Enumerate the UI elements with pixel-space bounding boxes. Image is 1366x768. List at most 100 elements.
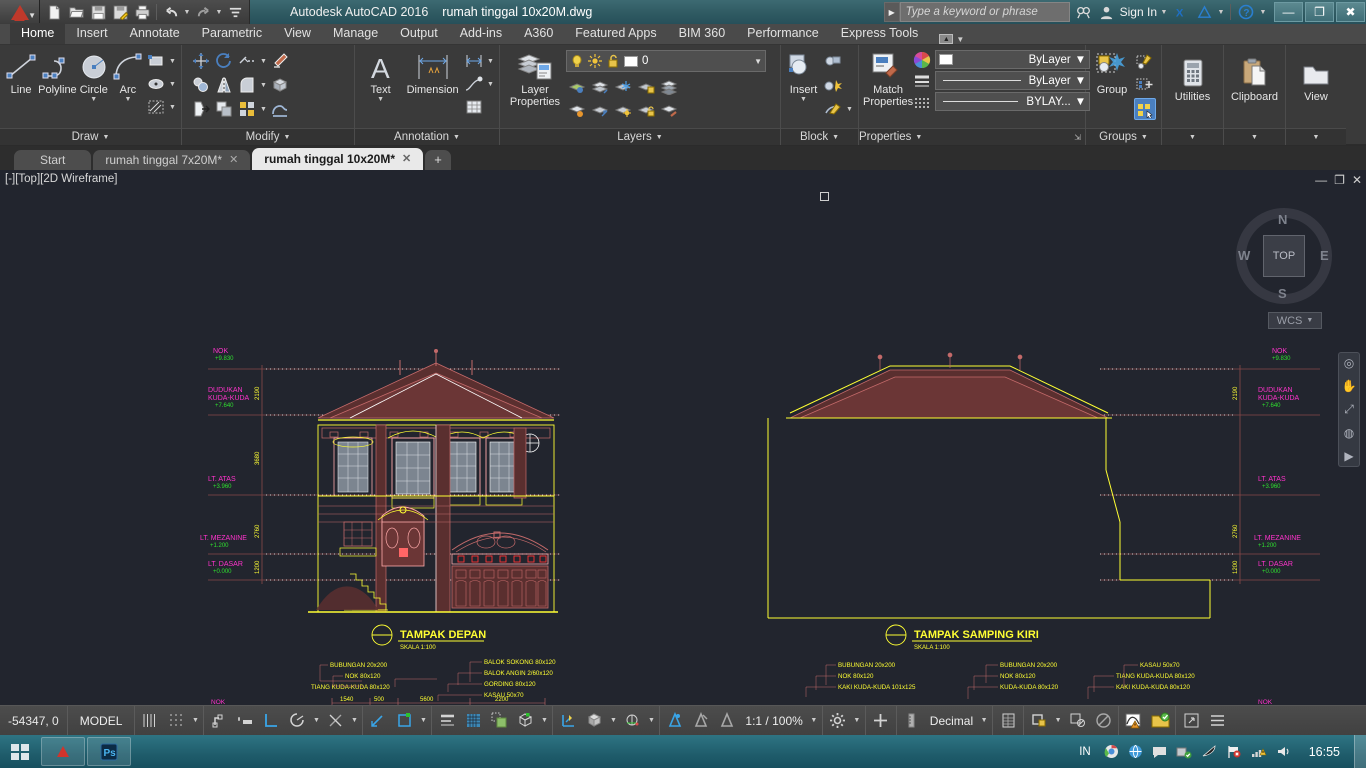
clean-screen-icon[interactable] (1179, 709, 1203, 733)
antivirus-icon[interactable] (1201, 744, 1217, 759)
sign-in-label[interactable]: Sign In (1120, 5, 1157, 19)
chevron-down-icon[interactable]: ▼ (979, 717, 989, 724)
ribbon-tab-insert[interactable]: Insert (65, 23, 118, 44)
chevron-down-icon[interactable]: ▼ (90, 96, 97, 103)
copy-icon[interactable] (190, 74, 212, 96)
table-icon[interactable] (463, 96, 485, 118)
chevron-down-icon[interactable]: ▼ (956, 35, 964, 44)
no-selection-icon[interactable] (1091, 709, 1115, 733)
panel-title-view[interactable]: ▼ (1286, 128, 1346, 145)
ellipse-icon[interactable] (145, 73, 167, 95)
chevron-down-icon[interactable]: ▼ (168, 81, 177, 88)
gear-icon[interactable] (826, 709, 850, 733)
freeze-icon[interactable] (588, 54, 602, 68)
chevron-down-icon[interactable]: ▼ (1313, 129, 1320, 146)
customization-icon[interactable] (1205, 709, 1229, 733)
compass-north-label[interactable]: N (1278, 212, 1287, 227)
clipboard-button[interactable]: Clipboard (1228, 55, 1281, 103)
chevron-down-icon[interactable]: ▼ (1306, 317, 1313, 324)
snap-icon[interactable] (164, 709, 188, 733)
help-dropdown-icon[interactable]: ▼ (1259, 9, 1267, 16)
close-button[interactable]: ✖ (1336, 2, 1365, 22)
doc-tab-start[interactable]: Start (14, 150, 92, 170)
chevron-down-icon[interactable]: ▼ (102, 129, 109, 146)
ribbon-tab-performance[interactable]: Performance (736, 23, 830, 44)
panel-title-annotation[interactable]: Annotation ▼ (355, 128, 499, 145)
save-icon[interactable] (88, 2, 108, 22)
compass-east-label[interactable]: E (1320, 248, 1329, 263)
layer-color-swatch[interactable] (624, 55, 638, 67)
match-properties-button[interactable]: Match Properties (863, 48, 913, 108)
linetype-icon[interactable] (913, 93, 931, 111)
undo-icon[interactable] (161, 2, 181, 22)
chevron-down-icon[interactable]: ▼ (1189, 129, 1196, 146)
layer-make-current-icon[interactable] (566, 99, 588, 121)
chevron-down-icon[interactable]: ▼ (259, 106, 268, 113)
move-icon[interactable] (190, 50, 212, 72)
array-icon[interactable] (236, 98, 258, 120)
layer-properties-button[interactable]: Layer Properties (504, 48, 566, 108)
drawing-canvas[interactable]: [-][Top][2D Wireframe] — ❐ ✕ 2190 3680 2… (0, 170, 1366, 705)
annotation-scale-indicator-icon[interactable] (715, 709, 739, 733)
ribbon-tab-home[interactable]: Home (10, 23, 66, 44)
ribbon-tab-addins[interactable]: Add-ins (449, 23, 513, 44)
chevron-down-icon[interactable]: ▼ (190, 717, 200, 724)
3d-solid-icon[interactable] (269, 74, 291, 96)
chevron-down-icon[interactable]: ▼ (1141, 129, 1148, 146)
ribbon-tab-manage[interactable]: Manage (322, 23, 389, 44)
dynamic-input-icon[interactable] (233, 709, 257, 733)
object-snap-tracking-icon[interactable] (366, 709, 390, 733)
transparency-icon[interactable] (461, 709, 485, 733)
start-button[interactable] (0, 735, 40, 768)
text-button[interactable]: A Text ▼ (359, 48, 402, 103)
chevron-down-icon[interactable]: ▼ (646, 717, 656, 724)
panel-title-utilities[interactable]: ▼ (1162, 128, 1223, 145)
layer-unlock-icon[interactable] (635, 99, 657, 121)
chevron-down-icon[interactable]: ▼ (1075, 54, 1086, 66)
plot-icon[interactable] (132, 2, 152, 22)
ribbon-tab-featured-apps[interactable]: Featured Apps (564, 23, 667, 44)
chevron-down-icon[interactable]: ▼ (124, 96, 131, 103)
chevron-down-icon[interactable]: ▼ (283, 129, 290, 146)
edit-group-icon[interactable] (1134, 50, 1156, 72)
browser-icon[interactable] (1128, 744, 1143, 759)
layer-freeze-icon[interactable] (612, 76, 634, 98)
ribbon-tab-bim360[interactable]: BIM 360 (668, 23, 737, 44)
new-tab-button[interactable]: + (425, 150, 451, 170)
object-color-combo[interactable]: ByLayer ▼ (935, 50, 1091, 69)
arc-button[interactable]: Arc ▼ (111, 48, 145, 103)
new-icon[interactable] (44, 2, 64, 22)
edit-attribute-icon[interactable] (822, 98, 844, 120)
a360-dropdown-icon[interactable]: ▼ (1217, 9, 1225, 16)
isolate-objects-icon[interactable] (1027, 709, 1051, 733)
signin-dropdown-icon[interactable]: ▼ (1160, 9, 1168, 16)
close-icon[interactable]: ✕ (229, 150, 238, 170)
chevron-down-icon[interactable]: ▼ (800, 96, 807, 103)
chevron-down-icon[interactable]: ▼ (486, 58, 495, 65)
panel-title-clipboard[interactable]: ▼ (1224, 128, 1285, 145)
ribbon-tab-express-tools[interactable]: Express Tools (830, 23, 930, 44)
panel-title-groups[interactable]: Groups ▼ (1086, 128, 1161, 145)
layer-combo[interactable]: 0 ▼ (566, 50, 766, 72)
ribbon-tab-annotate[interactable]: Annotate (119, 23, 191, 44)
lightbulb-icon[interactable] (570, 54, 584, 68)
close-icon[interactable]: ✕ (402, 148, 411, 170)
object-snap-icon[interactable] (392, 709, 416, 733)
pan-icon[interactable]: ✋ (1342, 379, 1357, 393)
search-input[interactable]: Type a keyword or phrase (899, 2, 1070, 22)
zoom-extents-icon[interactable]: ⤢ (1344, 402, 1354, 417)
viewport-config-icon[interactable] (869, 709, 893, 733)
ribbon-tab-parametric[interactable]: Parametric (191, 23, 273, 44)
isometric-drafting-icon[interactable] (323, 709, 347, 733)
chevron-down-icon[interactable]: ▼ (311, 717, 321, 724)
scale-icon[interactable] (213, 98, 235, 120)
chevron-down-icon[interactable]: ▼ (1053, 717, 1063, 724)
view-cube-face-top[interactable]: TOP (1263, 235, 1305, 277)
infocenter-search[interactable]: ▶ Type a keyword or phrase (883, 2, 1070, 22)
leader-icon[interactable] (463, 73, 485, 95)
layer-unisolate-icon[interactable] (589, 76, 611, 98)
undo-dropdown-icon[interactable]: ▼ (183, 9, 191, 16)
circle-button[interactable]: Circle ▼ (77, 48, 111, 103)
utilities-button[interactable]: Utilities (1166, 55, 1219, 103)
chevron-down-icon[interactable]: ▼ (608, 717, 618, 724)
